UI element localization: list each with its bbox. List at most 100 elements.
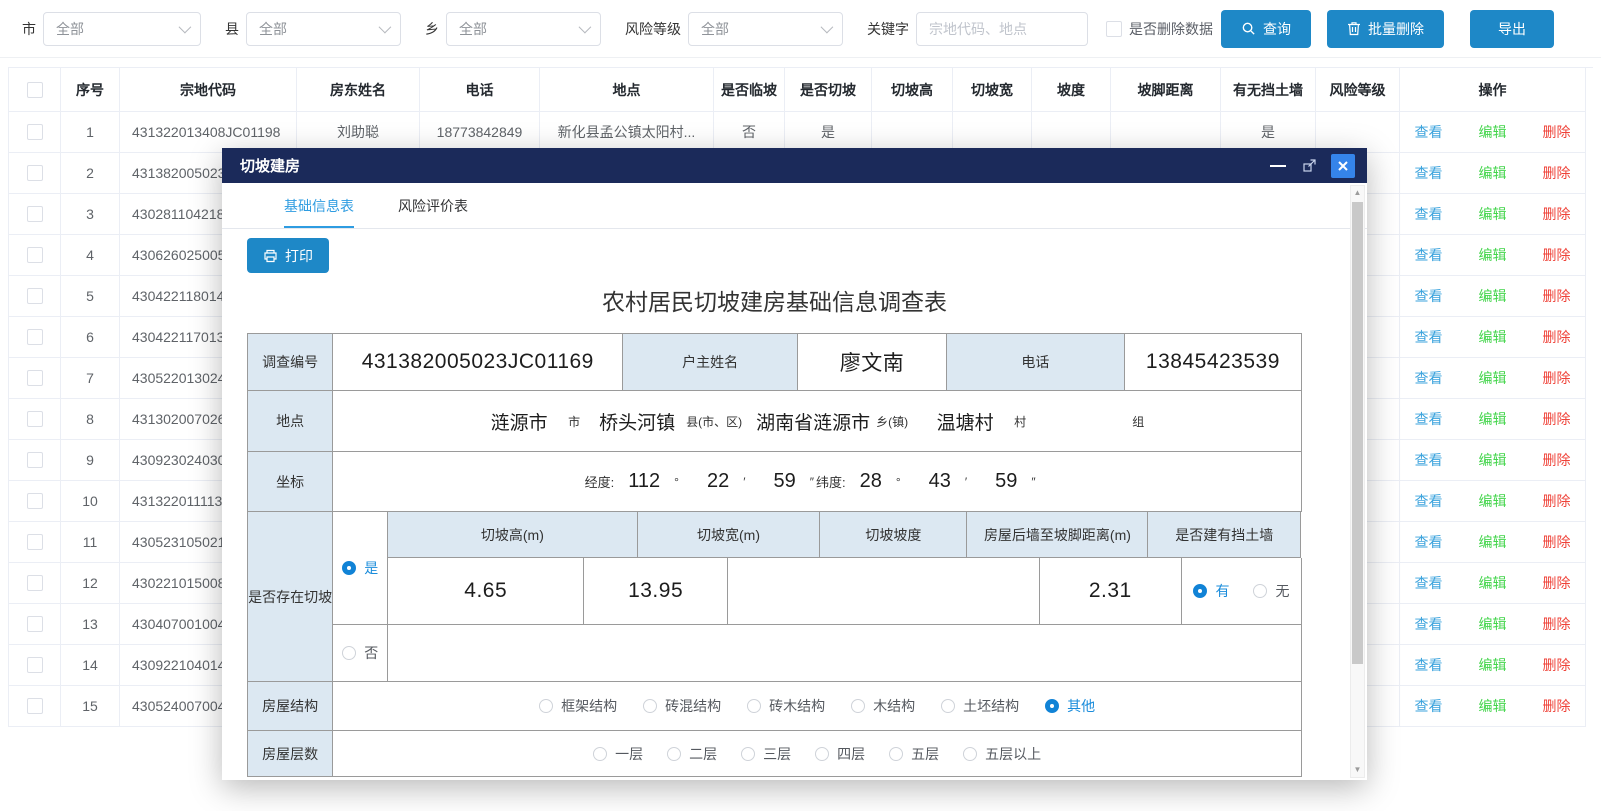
batch-delete-button[interactable]: 批量删除 [1327,10,1444,48]
radio-option[interactable]: 砖木结构 [747,696,825,716]
view-link[interactable]: 查看 [1415,655,1443,675]
radio-option[interactable]: 有 [1193,581,1229,601]
row-checkbox[interactable] [27,370,43,386]
edit-link[interactable]: 编辑 [1479,532,1507,552]
row-checkbox[interactable] [27,411,43,427]
scroll-down-icon[interactable]: ▼ [1351,763,1364,777]
row-checkbox-cell [8,440,61,481]
radio-icon [1045,699,1059,713]
show-deleted-checkbox[interactable] [1106,21,1122,37]
view-link[interactable]: 查看 [1415,245,1443,265]
view-link[interactable]: 查看 [1415,696,1443,716]
print-button[interactable]: 打印 [247,238,329,273]
view-link[interactable]: 查看 [1415,163,1443,183]
view-link[interactable]: 查看 [1415,409,1443,429]
edit-link[interactable]: 编辑 [1479,614,1507,634]
view-link[interactable]: 查看 [1415,327,1443,347]
delete-link[interactable]: 删除 [1543,368,1571,388]
edit-link[interactable]: 编辑 [1479,655,1507,675]
row-checkbox[interactable] [27,165,43,181]
row-checkbox[interactable] [27,575,43,591]
radio-option[interactable]: 三层 [741,744,791,764]
row-checkbox[interactable] [27,206,43,222]
edit-link[interactable]: 编辑 [1479,450,1507,470]
row-checkbox[interactable] [27,247,43,263]
risk-level-select[interactable]: 全部 [688,12,843,46]
radio-option[interactable]: 二层 [667,744,717,764]
edit-link[interactable]: 编辑 [1479,696,1507,716]
view-link[interactable]: 查看 [1415,450,1443,470]
view-link[interactable]: 查看 [1415,368,1443,388]
row-checkbox[interactable] [27,288,43,304]
view-link[interactable]: 查看 [1415,286,1443,306]
tab-risk-evaluation[interactable]: 风险评价表 [398,183,468,228]
radio-option[interactable]: 五层以上 [963,744,1041,764]
township-select[interactable]: 全部 [446,12,601,46]
radio-option[interactable]: 无 [1253,581,1289,601]
delete-link[interactable]: 删除 [1543,573,1571,593]
county-select[interactable]: 全部 [246,12,401,46]
delete-link[interactable]: 删除 [1543,327,1571,347]
location-part-unit: 组 [1132,413,1144,430]
row-checkbox[interactable] [27,329,43,345]
delete-link[interactable]: 删除 [1543,163,1571,183]
delete-link[interactable]: 删除 [1543,286,1571,306]
view-link[interactable]: 查看 [1415,614,1443,634]
row-checkbox[interactable] [27,698,43,714]
edit-link[interactable]: 编辑 [1479,286,1507,306]
radio-option[interactable]: 砖混结构 [643,696,721,716]
view-link[interactable]: 查看 [1415,122,1443,142]
view-link[interactable]: 查看 [1415,491,1443,511]
radio-option[interactable]: 其他 [1045,696,1095,716]
minimize-icon[interactable] [1270,165,1286,167]
row-checkbox[interactable] [27,616,43,632]
keyword-input[interactable] [916,12,1088,46]
scroll-up-icon[interactable]: ▲ [1351,186,1364,200]
select-all-checkbox[interactable] [27,82,43,98]
view-link[interactable]: 查看 [1415,573,1443,593]
delete-link[interactable]: 删除 [1543,655,1571,675]
row-checkbox[interactable] [27,534,43,550]
delete-link[interactable]: 删除 [1543,491,1571,511]
delete-link[interactable]: 删除 [1543,245,1571,265]
radio-option[interactable]: 木结构 [851,696,915,716]
delete-link[interactable]: 删除 [1543,614,1571,634]
edit-link[interactable]: 编辑 [1479,245,1507,265]
delete-link[interactable]: 删除 [1543,696,1571,716]
edit-link[interactable]: 编辑 [1479,409,1507,429]
modal-scrollbar[interactable]: ▲ ▼ [1350,185,1365,778]
edit-link[interactable]: 编辑 [1479,327,1507,347]
maximize-icon[interactable] [1301,157,1318,174]
row-checkbox[interactable] [27,493,43,509]
edit-link[interactable]: 编辑 [1479,163,1507,183]
export-button[interactable]: 导出 [1470,10,1554,48]
radio-option[interactable]: 框架结构 [539,696,617,716]
radio-option[interactable]: 是 [342,558,378,578]
edit-link[interactable]: 编辑 [1479,122,1507,142]
edit-link[interactable]: 编辑 [1479,491,1507,511]
tab-basic-info[interactable]: 基础信息表 [284,183,354,228]
delete-link[interactable]: 删除 [1543,409,1571,429]
delete-link[interactable]: 删除 [1543,532,1571,552]
cell-actions: 查看 编辑 删除 [1400,440,1586,481]
query-button[interactable]: 查询 [1221,10,1311,48]
view-link[interactable]: 查看 [1415,204,1443,224]
city-select[interactable]: 全部 [43,12,201,46]
radio-option[interactable]: 四层 [815,744,865,764]
row-checkbox[interactable] [27,452,43,468]
view-link[interactable]: 查看 [1415,532,1443,552]
delete-link[interactable]: 删除 [1543,122,1571,142]
radio-option[interactable]: 五层 [889,744,939,764]
radio-option[interactable]: 否 [342,643,378,663]
edit-link[interactable]: 编辑 [1479,368,1507,388]
radio-option[interactable]: 土坯结构 [941,696,1019,716]
delete-link[interactable]: 删除 [1543,204,1571,224]
edit-link[interactable]: 编辑 [1479,573,1507,593]
row-checkbox[interactable] [27,124,43,140]
close-icon[interactable] [1331,154,1355,178]
edit-link[interactable]: 编辑 [1479,204,1507,224]
delete-link[interactable]: 删除 [1543,450,1571,470]
scrollbar-thumb[interactable] [1352,202,1363,664]
radio-option[interactable]: 一层 [593,744,643,764]
row-checkbox[interactable] [27,657,43,673]
